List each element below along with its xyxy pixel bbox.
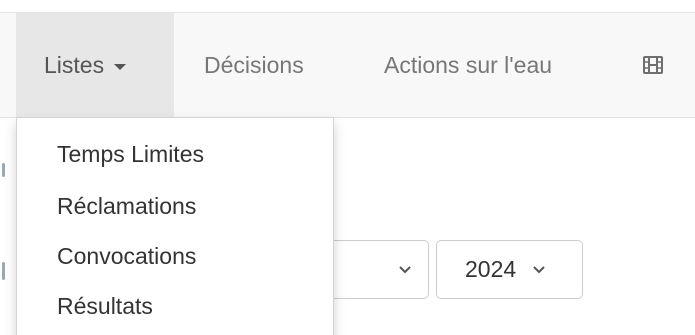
chevron-down-icon [399,265,411,273]
menu-item-resultats[interactable]: Résultats [17,281,333,331]
top-navbar: Listes Décisions Actions sur l'eau [0,12,695,118]
year-select[interactable]: 2024 [436,240,583,299]
film-icon [643,56,663,74]
listes-dropdown-menu: Temps Limites Réclamations Convocations … [16,117,334,335]
nav-actions-sur-l-eau-link[interactable]: Actions sur l'eau [384,13,552,117]
month-select[interactable] [325,240,429,299]
underlying-content-edge [2,163,5,177]
caret-down-icon [114,63,127,70]
menu-item-reclamations[interactable]: Réclamations [17,181,333,231]
nav-film-link[interactable] [641,13,665,117]
chevron-down-icon [533,265,545,273]
underlying-content-edge [2,262,5,280]
year-select-value: 2024 [465,256,517,282]
nav-listes-label: Listes [44,51,105,78]
page-viewport: Listes Décisions Actions sur l'eau 2024 [0,0,695,335]
menu-item-temps-limites[interactable]: Temps Limites [17,129,333,179]
menu-item-convocations[interactable]: Convocations [17,231,333,281]
nav-listes-dropdown-toggle[interactable]: Listes [16,13,174,117]
nav-decisions-link[interactable]: Décisions [204,13,304,117]
